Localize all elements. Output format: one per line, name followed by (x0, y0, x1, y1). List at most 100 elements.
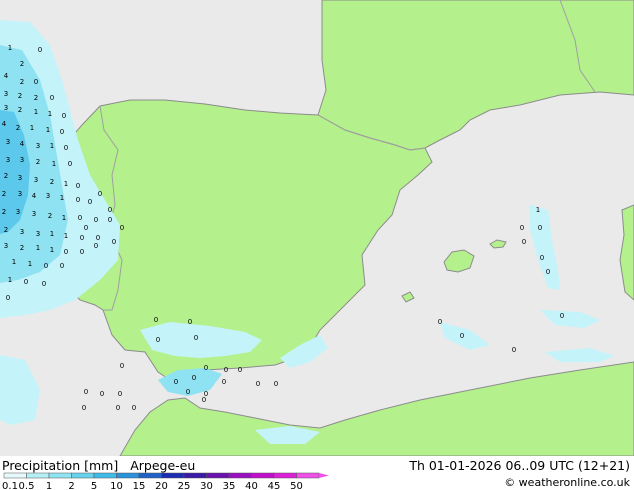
precip-value-label: 1 (536, 206, 540, 214)
legend-color-swatch (116, 472, 140, 479)
precip-value-label: 0 (64, 248, 68, 256)
legend-tick-label: 15 (133, 481, 146, 490)
precip-value-label: 3 (46, 192, 50, 200)
legend-color-swatch (183, 472, 207, 479)
precip-value-label: 3 (36, 142, 40, 150)
precip-value-label: 0 (80, 248, 84, 256)
legend-tick-label: 2 (68, 481, 74, 490)
precip-value-label: 0 (60, 262, 64, 270)
precip-value-label: 0 (192, 374, 196, 382)
legend-color-swatch (273, 472, 297, 479)
precip-value-label: 3 (18, 174, 22, 182)
precip-value-label: 0 (100, 390, 104, 398)
precip-value-label: 0 (538, 224, 542, 232)
precip-value-label: 3 (4, 242, 8, 250)
precip-value-label: 1 (34, 108, 38, 116)
legend-color-swatch (251, 472, 275, 479)
copyright-text: © weatheronline.co.uk (504, 476, 630, 489)
precip-value-label: 1 (30, 124, 34, 132)
precip-value-label: 2 (20, 60, 24, 68)
precip-value-label: 2 (2, 190, 6, 198)
precip-value-label: 1 (64, 180, 68, 188)
precip-value-label: 1 (52, 160, 56, 168)
precip-value-label: 1 (8, 276, 12, 284)
legend-tick-label: 25 (178, 481, 191, 490)
precip-value-label: 0 (94, 242, 98, 250)
model-name: Arpege-eu (130, 458, 196, 473)
precip-value-label: 2 (20, 244, 24, 252)
precip-value-label: 1 (48, 110, 52, 118)
legend-tick-label: 1 (46, 481, 52, 490)
precip-value-label: 1 (28, 260, 32, 268)
precip-value-label: 2 (48, 212, 52, 220)
precip-value-label: 2 (18, 92, 22, 100)
precip-value-label: 0 (50, 94, 54, 102)
map-title: Precipitation [mm] Arpege-eu (2, 458, 195, 473)
precip-value-label: 4 (2, 120, 7, 128)
precip-value-label: 0 (80, 234, 84, 242)
precip-value-label: 1 (60, 194, 64, 202)
precip-value-label: 0 (68, 160, 72, 168)
precip-value-label: 0 (60, 128, 64, 136)
legend-tick-label: 50 (290, 481, 303, 490)
precip-value-label: 1 (12, 258, 16, 266)
precip-value-label: 0 (76, 182, 80, 190)
precip-value-label: 0 (96, 234, 100, 242)
precip-value-label: 3 (18, 190, 22, 198)
precip-value-label: 3 (36, 230, 40, 238)
precip-value-label: 0 (202, 396, 206, 404)
precip-value-label: 0 (224, 366, 228, 374)
precip-value-label: 0 (108, 216, 112, 224)
legend-color-swatch (93, 472, 117, 479)
precip-value-label: 1 (64, 232, 68, 240)
precip-value-label: 0 (256, 380, 260, 388)
legend-tick-label: 0.1 (2, 481, 18, 490)
precip-value-label: 0 (94, 216, 98, 224)
precip-value-label: 0 (76, 196, 80, 204)
precip-value-label: 0 (118, 390, 122, 398)
legend-color-swatch (228, 472, 252, 479)
precip-value-label: 0 (42, 280, 46, 288)
precip-value-label: 1 (46, 126, 50, 134)
precip-value-label: 0 (186, 388, 190, 396)
precip-value-label: 3 (20, 156, 24, 164)
precip-value-label: 3 (6, 138, 10, 146)
precip-value-label: 0 (98, 190, 102, 198)
precip-value-label: 0 (6, 294, 10, 302)
precip-value-label: 1 (8, 44, 12, 52)
precip-value-label: 2 (2, 208, 6, 216)
precip-value-label: 2 (20, 78, 24, 86)
precip-value-label: 3 (6, 156, 10, 164)
precip-value-label: 0 (84, 224, 88, 232)
legend-tick-label: 35 (223, 481, 236, 490)
precip-value-label: 3 (20, 228, 24, 236)
precip-value-label: 0 (222, 378, 226, 386)
legend-color-swatch (26, 472, 50, 479)
precip-value-label: 0 (38, 46, 42, 54)
legend-tick-label: 30 (200, 481, 213, 490)
legend-color-swatch (3, 472, 27, 479)
legend-color-swatch (206, 472, 230, 479)
precip-value-label: 1 (62, 214, 66, 222)
precip-value-label: 2 (36, 158, 40, 166)
color-legend: 0.1 0.5 1 2 5 10 15 20 25 30 35 40 45 50 (2, 472, 329, 490)
precip-value-label: 0 (112, 238, 116, 246)
precip-value-label: 0 (540, 254, 544, 262)
precip-value-label: 0 (546, 268, 550, 276)
precip-value-label: 0 (520, 224, 524, 232)
precip-value-label: 0 (44, 262, 48, 270)
legend-color-swatch (296, 472, 320, 479)
precip-value-label: 0 (24, 278, 28, 286)
precip-value-label: 0 (108, 206, 112, 214)
precip-value-label: 0 (274, 380, 278, 388)
precip-value-label: 1 (50, 142, 54, 150)
precip-value-label: 4 (32, 192, 37, 200)
precip-value-label: 0 (82, 404, 86, 412)
precip-value-label: 0 (120, 224, 124, 232)
precip-value-label: 0 (560, 312, 564, 320)
precip-value-label: 2 (16, 124, 20, 132)
legend-color-swatch (48, 472, 72, 479)
precip-value-label: 3 (16, 208, 20, 216)
precip-value-label: 2 (4, 172, 8, 180)
precip-value-label: 0 (174, 378, 178, 386)
